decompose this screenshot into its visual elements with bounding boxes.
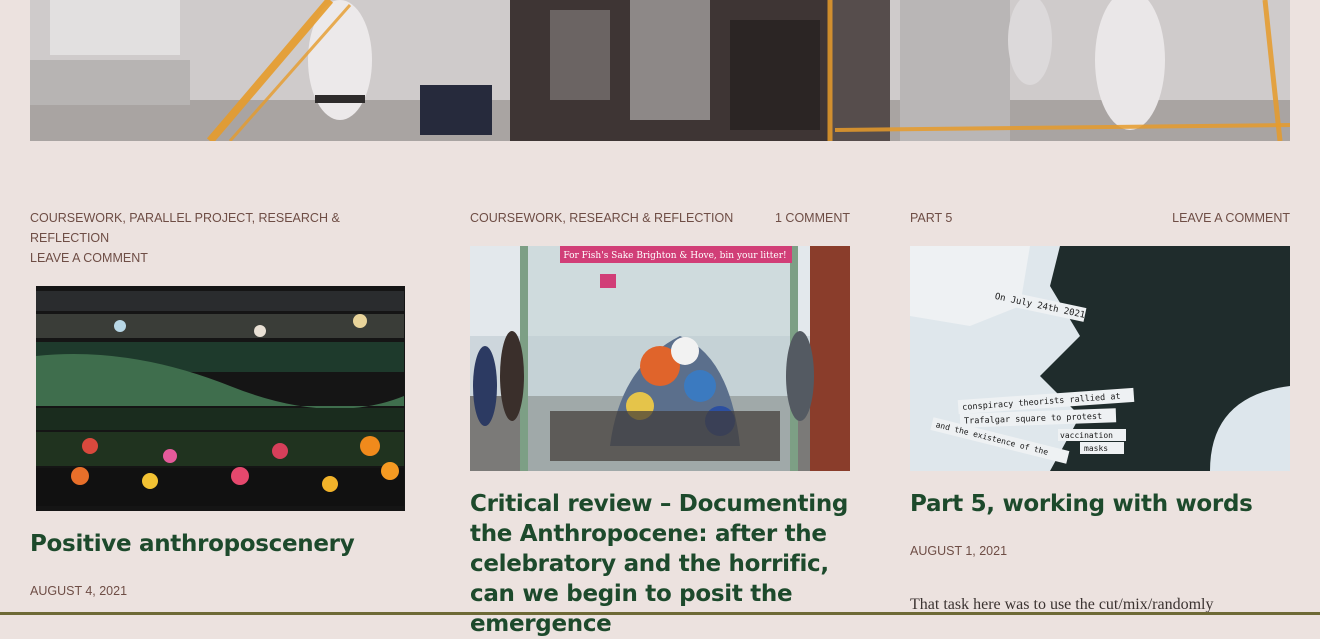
post-comments-link[interactable]: Leave a comment [30, 248, 410, 268]
post-comments-link[interactable]: 1 Comment [775, 208, 850, 228]
post-card: Coursework, Research & Reflection 1 Comm… [470, 208, 850, 639]
litter-sign-text: For Fish's Sake Brighton & Hove, bin you… [563, 251, 786, 261]
post-card: Coursework, Parallel Project, Research &… [30, 208, 410, 598]
post-date[interactable]: August 1, 2021 [910, 544, 1290, 558]
post-meta: Coursework, Parallel Project, Research &… [30, 208, 410, 268]
post-title[interactable]: Positive anthroposcenery [30, 529, 410, 559]
post-comments-link[interactable]: Leave a comment [1172, 208, 1290, 228]
post-date[interactable]: August 4, 2021 [30, 584, 410, 598]
post-thumbnail[interactable]: For Fish's Sake Brighton & Hove, bin you… [470, 246, 850, 471]
post-title[interactable]: Part 5, working with words [910, 489, 1290, 519]
post-thumbnail[interactable] [30, 286, 410, 511]
post-card: Part 5 Leave a comment On July 24th 2021… [910, 208, 1290, 614]
post-meta: Coursework, Research & Reflection 1 Comm… [470, 208, 850, 228]
post-thumbnail[interactable]: On July 24th 2021 conspiracy theorists r… [910, 246, 1290, 471]
post-categories-link[interactable]: Part 5 [910, 208, 952, 228]
collage-word: vaccination [1060, 431, 1113, 440]
post-meta: Part 5 Leave a comment [910, 208, 1290, 228]
collage-word: masks [1084, 444, 1108, 453]
post-title[interactable]: Critical review – Documenting the Anthro… [470, 489, 850, 639]
post-categories-link[interactable]: Coursework, Research & Reflection [470, 208, 733, 228]
post-categories-link[interactable]: Coursework, Parallel Project, Research &… [30, 208, 350, 248]
